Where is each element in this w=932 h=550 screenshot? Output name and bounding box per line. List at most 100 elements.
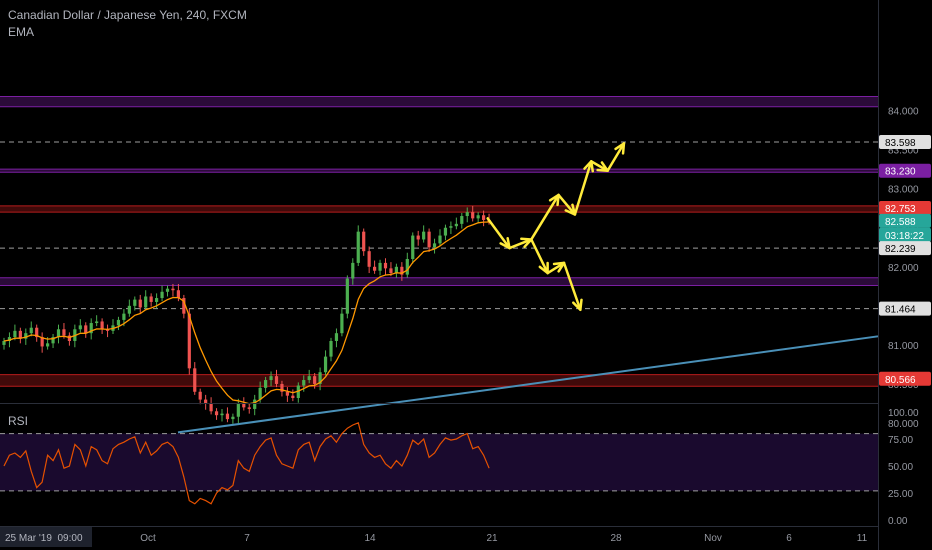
candle-body (378, 262, 382, 271)
candle-body (122, 313, 126, 320)
candle-body (67, 335, 71, 341)
candle-body (454, 223, 458, 227)
price-badge-label: 82.753 (885, 204, 916, 215)
candle-body (149, 296, 153, 302)
candle-body (405, 258, 409, 275)
candle-body (116, 319, 121, 326)
candle-body (351, 262, 355, 279)
candle-body (334, 333, 339, 341)
candle-body (95, 321, 99, 324)
rsi-tick-label: 100.00 (888, 408, 919, 419)
candle-body (165, 288, 170, 292)
candle-body (373, 266, 377, 271)
candle-body (345, 278, 349, 314)
candle-body (269, 376, 273, 381)
candle-body (443, 227, 448, 236)
candle-body (274, 376, 279, 384)
candle-body (389, 268, 393, 274)
price-tick-label: 80.000 (888, 419, 919, 430)
candle-body (176, 290, 180, 299)
candle-body (416, 235, 420, 240)
price-badge-label: 81.464 (885, 305, 916, 316)
candle-body (220, 413, 224, 416)
candlestick-chart[interactable]: 84.00083.50083.00082.50082.00081.50081.0… (0, 0, 932, 550)
candle-body (242, 403, 246, 408)
candle-body (171, 288, 175, 291)
price-tick-label: 84.000 (888, 107, 919, 118)
time-tick-label: Oct (140, 533, 156, 544)
candle-body (264, 380, 268, 388)
zone-purple (0, 96, 878, 107)
candle-body (471, 212, 475, 219)
candle-body (160, 291, 164, 299)
price-badge-label: 83.230 (885, 167, 916, 178)
candle-body (29, 327, 33, 334)
candle-body (438, 235, 442, 244)
zone-red (0, 374, 878, 387)
candle-body (127, 305, 131, 314)
candle-body (204, 399, 208, 404)
rsi-tick-label: 50.00 (888, 462, 913, 473)
price-badge-label: 82.239 (885, 244, 916, 255)
rsi-tick-label: 0.00 (888, 516, 908, 527)
time-tick-label: Nov (704, 533, 722, 544)
candle-body (432, 243, 437, 248)
time-tick-label: 6 (786, 533, 792, 544)
candle-body (2, 340, 6, 345)
candle-body (62, 329, 66, 336)
candle-body (356, 231, 360, 263)
candle-body (465, 212, 469, 217)
indicator-label-rsi: RSI (8, 414, 28, 428)
time-tick-label: 11 (857, 533, 868, 544)
candle-body (367, 251, 371, 267)
candle-body (394, 266, 398, 274)
candle-body (214, 411, 219, 416)
candle-body (198, 391, 202, 400)
candle-body (46, 343, 50, 347)
candle-body (155, 298, 159, 302)
candle-body (291, 395, 295, 399)
price-badge-label: 80.566 (885, 375, 916, 386)
candle-body (144, 296, 148, 308)
candle-body (302, 380, 306, 386)
rsi-tick-label: 25.00 (888, 489, 913, 500)
candle-body (340, 313, 344, 334)
price-tick-label: 82.000 (888, 263, 919, 274)
candle-body (285, 391, 289, 396)
zone-red (0, 205, 878, 213)
price-badge-label: 03:18:22 (885, 231, 924, 242)
candle-body (422, 231, 426, 240)
time-tick-label: 7 (244, 533, 250, 544)
rsi-tick-label: 75.00 (888, 435, 913, 446)
cursor-date-label: 25 Mar '19 09:00 (5, 533, 83, 544)
time-tick-label: 14 (364, 533, 376, 544)
candle-body (411, 235, 415, 259)
candle-body (362, 231, 366, 252)
candle-body (307, 376, 311, 381)
candle-body (138, 299, 142, 308)
zone-purple (0, 277, 878, 286)
candle-body (100, 321, 104, 330)
candle-body (329, 340, 333, 357)
candle-body (209, 403, 213, 412)
candle-body (236, 403, 240, 417)
candle-body (187, 313, 191, 369)
candle-body (313, 376, 317, 384)
price-badge-label: 83.598 (885, 138, 916, 149)
candle-body (482, 215, 486, 220)
candle-body (460, 216, 464, 224)
candle-body (247, 407, 251, 409)
indicator-label-ema: EMA (8, 25, 34, 39)
candle-body (225, 413, 230, 420)
candle-body (253, 399, 257, 409)
candle-body (476, 215, 480, 219)
candle-body (449, 226, 453, 228)
chart-title: Canadian Dollar / Japanese Yen, 240, FXC… (8, 8, 247, 22)
time-tick-label: 21 (486, 533, 498, 544)
candle-body (427, 231, 431, 248)
price-tick-label: 81.000 (888, 341, 919, 352)
candle-body (383, 262, 388, 269)
candle-body (258, 387, 262, 400)
candle-body (323, 356, 328, 373)
candle-body (231, 416, 235, 420)
